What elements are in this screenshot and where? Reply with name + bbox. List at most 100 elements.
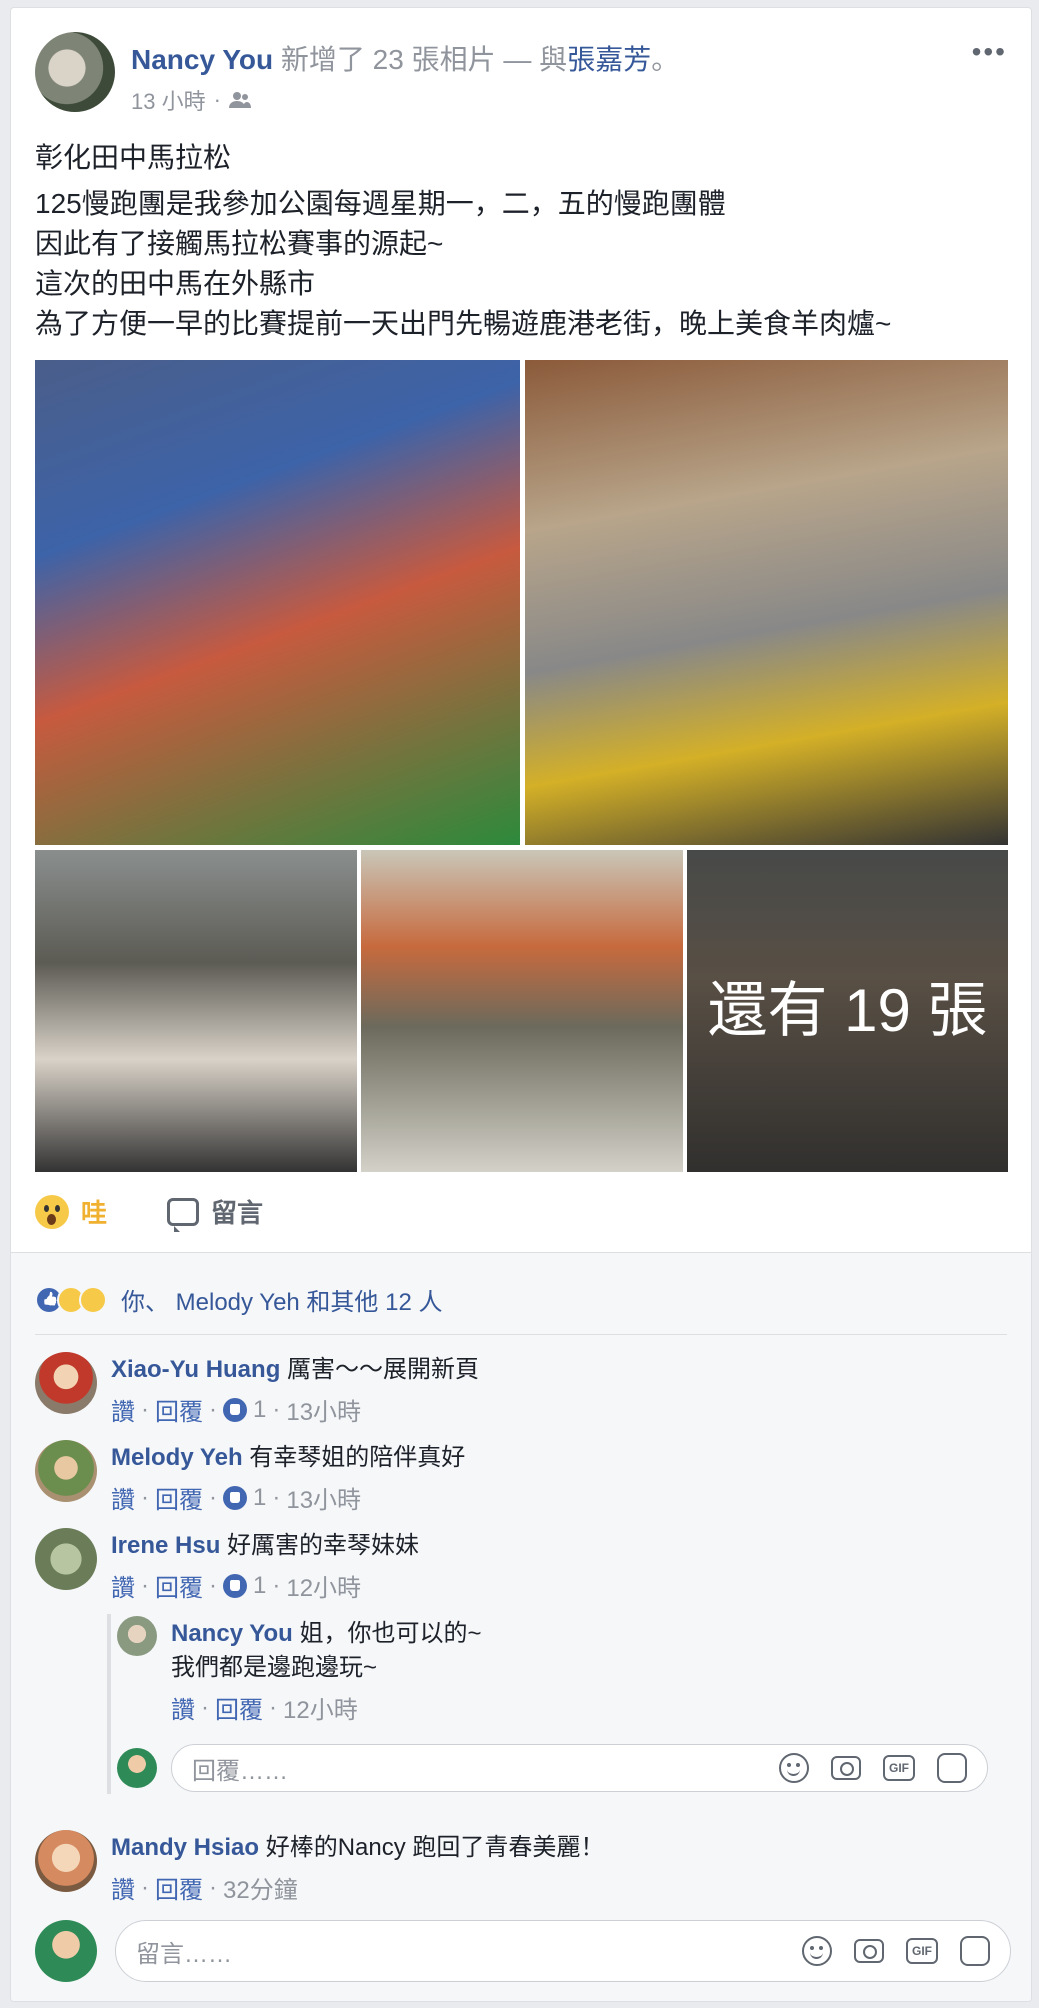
camera-icon[interactable] xyxy=(831,1756,861,1780)
comment-actions: 讚 · 回覆 · 1 · 12小時 xyxy=(111,1568,419,1603)
commenter-name[interactable]: Mandy Hsiao xyxy=(111,1834,259,1861)
author-name[interactable]: Nancy You xyxy=(131,44,273,75)
my-avatar xyxy=(35,1920,97,1982)
comment-text: 好棒的Nancy 跑回了青春美麗！ xyxy=(265,1834,605,1861)
reply-input[interactable]: 回覆…… GIF xyxy=(171,1744,988,1792)
my-avatar xyxy=(117,1748,157,1788)
comment-button[interactable]: 留言 xyxy=(167,1193,263,1232)
post-time[interactable]: 13 小時 xyxy=(131,84,206,116)
emoji-icon[interactable] xyxy=(802,1936,832,1966)
comment-text: 好厲害的幸琴妹妹 xyxy=(227,1532,420,1559)
divider xyxy=(35,1334,1007,1335)
post-meta: 13 小時 · xyxy=(131,84,251,116)
sticker-icon[interactable] xyxy=(960,1936,990,1966)
reply-input-row xyxy=(117,1748,157,1788)
like-link[interactable]: 讚 xyxy=(111,1870,135,1905)
commenter-name[interactable]: Irene Hsu xyxy=(111,1532,220,1559)
sticker-icon[interactable] xyxy=(937,1753,967,1783)
reply-comment: Nancy You 姐，你也可以的~ 我們都是邊跑邊玩~ 讚 · 回覆 · 12小時 xyxy=(117,1616,482,1725)
dot-separator: · xyxy=(209,1571,217,1599)
comment-icon xyxy=(167,1197,200,1232)
photo-fisheye-group[interactable] xyxy=(361,850,683,1172)
post-title: 彰化田中馬拉松 xyxy=(35,142,232,173)
commenter-name[interactable]: Nancy You xyxy=(171,1620,293,1647)
photo-bus-selfie[interactable] xyxy=(35,360,520,845)
like-link[interactable]: 讚 xyxy=(111,1568,135,1603)
reactions-text[interactable]: 你、 Melody Yeh 和其他 12 人 xyxy=(121,1282,442,1317)
wow-reaction-button[interactable]: 哇 xyxy=(35,1193,107,1230)
author-avatar[interactable] xyxy=(35,32,115,112)
dot-separator: · xyxy=(201,1693,209,1721)
dot-separator: · xyxy=(141,1571,149,1599)
wow-icon xyxy=(35,1194,69,1229)
input-icons: GIF xyxy=(802,1936,990,1966)
like-count-icon xyxy=(223,1485,247,1510)
comment-time[interactable]: 12小時 xyxy=(286,1568,361,1603)
post-action: 新增了 23 張相片 xyxy=(280,44,496,75)
commenter-name[interactable]: Xiao-Yu Huang xyxy=(111,1356,280,1383)
avatar[interactable] xyxy=(35,1440,97,1502)
like-count-icon xyxy=(223,1573,247,1598)
comment-input[interactable]: 留言…… GIF xyxy=(115,1920,1011,1982)
post-header: Nancy You 新增了 23 張相片 — 與張嘉芳。 xyxy=(131,38,679,78)
post-line: 125慢跑團是我參加公園每週星期一，二，五的慢跑團體 xyxy=(35,188,726,219)
comment-text-line: Mandy Hsiao 好棒的Nancy 跑回了青春美麗！ xyxy=(111,1830,604,1864)
reply-link[interactable]: 回覆 xyxy=(215,1690,263,1725)
comment-text: 姐，你也可以的~ xyxy=(299,1620,482,1647)
comment: Melody Yeh 有幸琴姐的陪伴真好 讚 · 回覆 · 1 · 13小時 xyxy=(35,1440,465,1515)
photo-more[interactable]: 還有 19 張 xyxy=(687,850,1008,1172)
avatar[interactable] xyxy=(35,1528,97,1590)
avatar[interactable] xyxy=(35,1830,97,1892)
comment-text-line: Irene Hsu 好厲害的幸琴妹妹 xyxy=(111,1528,419,1562)
period: 。 xyxy=(651,44,680,75)
comment: Irene Hsu 好厲害的幸琴妹妹 讚 · 回覆 · 1 · 12小時 xyxy=(35,1528,419,1603)
wow-label: 哇 xyxy=(81,1198,108,1228)
like-count[interactable]: 1 xyxy=(253,1396,266,1424)
reply-link[interactable]: 回覆 xyxy=(155,1392,203,1427)
like-count[interactable]: 1 xyxy=(253,1484,266,1512)
comment-text-line: Xiao-Yu Huang 厲害～～展開新頁 xyxy=(111,1352,479,1386)
with-separator: — 與 xyxy=(503,44,568,75)
dot-separator: · xyxy=(209,1483,217,1511)
dot-separator: · xyxy=(213,87,221,112)
comment-actions: 讚 · 回覆 · 32分鐘 xyxy=(111,1870,604,1905)
like-link[interactable]: 讚 xyxy=(111,1392,135,1427)
comment-time[interactable]: 32分鐘 xyxy=(223,1870,298,1905)
comment-time[interactable]: 13小時 xyxy=(286,1480,361,1515)
wow-reaction-icon xyxy=(79,1285,107,1314)
photo-temple-group[interactable] xyxy=(35,850,357,1172)
like-count[interactable]: 1 xyxy=(253,1572,266,1600)
comment-time[interactable]: 12小時 xyxy=(283,1690,358,1725)
photo-street-selfie[interactable] xyxy=(525,360,1008,845)
dot-separator: · xyxy=(272,1571,281,1599)
reactions-summary[interactable]: 你、 Melody Yeh 和其他 12 人 xyxy=(35,1282,442,1317)
reply-link[interactable]: 回覆 xyxy=(155,1870,203,1905)
more-photos-count[interactable]: 還有 19 張 xyxy=(687,850,1008,1172)
input-icons: GIF xyxy=(779,1753,967,1783)
emoji-icon[interactable] xyxy=(779,1753,809,1783)
gif-icon[interactable]: GIF xyxy=(883,1755,915,1781)
commenter-name[interactable]: Melody Yeh xyxy=(111,1444,243,1471)
avatar[interactable] xyxy=(117,1616,157,1656)
like-link[interactable]: 讚 xyxy=(111,1480,135,1515)
comment-time[interactable]: 13小時 xyxy=(286,1392,361,1427)
reply-link[interactable]: 回覆 xyxy=(155,1480,203,1515)
dot-separator: · xyxy=(141,1395,149,1423)
dot-separator: · xyxy=(269,1693,277,1721)
tagged-name[interactable]: 張嘉芳 xyxy=(567,44,651,75)
gif-icon[interactable]: GIF xyxy=(906,1938,938,1964)
comment-text-line: Melody Yeh 有幸琴姐的陪伴真好 xyxy=(111,1440,465,1474)
action-bar: 哇 留言 xyxy=(35,1193,263,1232)
avatar[interactable] xyxy=(35,1352,97,1414)
reply-thread-line xyxy=(107,1614,111,1794)
comment-actions: 讚 · 回覆 · 1 · 13小時 xyxy=(111,1480,465,1515)
dot-separator: · xyxy=(272,1483,281,1511)
more-options-icon[interactable]: ••• xyxy=(972,36,1007,68)
reply-link[interactable]: 回覆 xyxy=(155,1568,203,1603)
like-link[interactable]: 讚 xyxy=(171,1690,195,1725)
comment-text: 厲害～～展開新頁 xyxy=(287,1356,480,1383)
dot-separator: · xyxy=(141,1483,149,1511)
camera-icon[interactable] xyxy=(854,1939,884,1963)
post-line: 這次的田中馬在外縣市 xyxy=(35,268,316,299)
friends-icon[interactable] xyxy=(228,91,251,109)
